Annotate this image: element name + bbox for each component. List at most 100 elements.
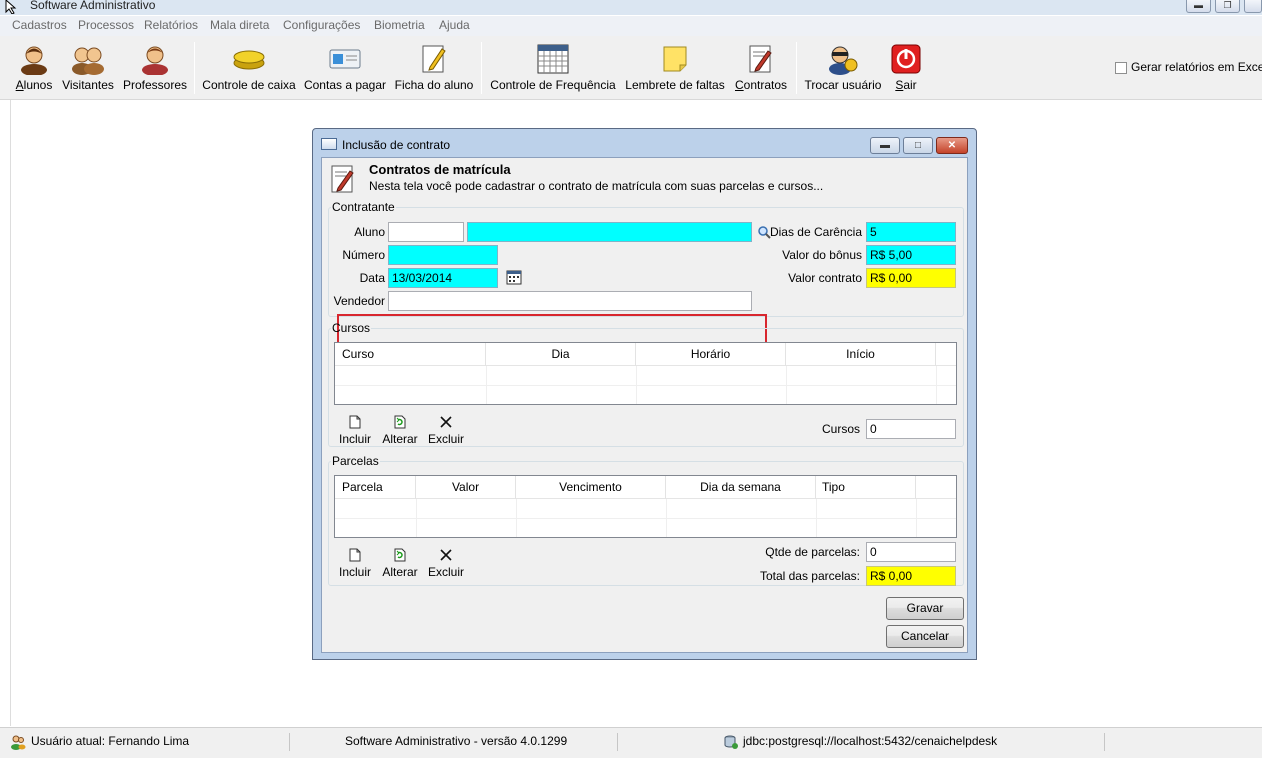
alterar-label: Alterar xyxy=(382,565,418,579)
teacher-icon xyxy=(142,46,168,75)
header-description: Nesta tela você pode cadastrar o contrat… xyxy=(369,179,824,193)
data-input[interactable]: 13/03/2014 xyxy=(388,268,498,288)
menu-ajuda[interactable]: Ajuda xyxy=(439,18,470,32)
menu-processos[interactable]: Processos xyxy=(78,18,134,32)
contas-pagar-button[interactable]: Contas a pagar xyxy=(302,42,388,92)
database-icon xyxy=(724,735,738,749)
qtde-parcelas-input: 0 xyxy=(866,542,956,562)
close-window-button[interactable] xyxy=(1244,0,1262,13)
cursos-count-input: 0 xyxy=(866,419,956,439)
trocar-usuario-button[interactable]: Trocar usuário xyxy=(802,42,884,92)
controle-frequencia-button[interactable]: Controle de Frequência xyxy=(488,42,618,92)
calendar-grid-icon xyxy=(537,44,569,74)
menu-biometria[interactable]: Biometria xyxy=(374,18,425,32)
alunos-button[interactable]: Alunos xyxy=(12,42,56,92)
refresh-document-icon xyxy=(394,415,406,429)
col-dia-semana[interactable]: Dia da semana xyxy=(666,476,816,499)
minimize-button[interactable]: ▬ xyxy=(1186,0,1211,13)
col-vencimento[interactable]: Vencimento xyxy=(516,476,666,499)
sair-label: Sair xyxy=(895,78,917,92)
visitantes-label: Visitantes xyxy=(62,78,114,92)
switch-user-icon xyxy=(829,46,858,75)
vendedor-label: Vendedor xyxy=(333,294,385,308)
vendedor-input[interactable] xyxy=(388,291,752,311)
cursos-alterar-button[interactable]: Alterar xyxy=(380,412,420,446)
data-label: Data xyxy=(359,271,385,285)
app-title: Software Administrativo xyxy=(30,0,156,12)
status-separator xyxy=(289,733,290,751)
cursos-excluir-button[interactable]: Excluir xyxy=(426,412,466,446)
gravar-button[interactable]: Gravar xyxy=(886,597,964,620)
controle-caixa-button[interactable]: Controle de caixa xyxy=(200,42,298,92)
toolbar-separator xyxy=(194,42,195,94)
ficha-aluno-label: Ficha do aluno xyxy=(394,78,474,92)
toolbar-separator xyxy=(481,42,482,94)
col-valor[interactable]: Valor xyxy=(416,476,516,499)
cursos-legend: Cursos xyxy=(332,321,371,335)
numero-input[interactable] xyxy=(388,245,498,265)
dialog-close-button[interactable]: ✕ xyxy=(936,137,968,154)
parcelas-table[interactable]: Parcela Valor Vencimento Dia da semana T… xyxy=(334,475,957,538)
professores-label: Professores xyxy=(122,78,188,92)
alunos-label: Alunos xyxy=(15,78,53,92)
cursos-count-label: Cursos xyxy=(821,422,860,436)
contract-icon xyxy=(331,165,354,193)
numero-label: Número xyxy=(342,248,385,262)
menu-mala-direta[interactable]: Mala direta xyxy=(210,18,269,32)
sticky-note-icon xyxy=(663,46,687,72)
col-tipo[interactable]: Tipo xyxy=(816,476,916,499)
window-icon xyxy=(321,138,337,150)
inclusao-contrato-dialog: Inclusão de contrato ▬ □ ✕ Contratos de … xyxy=(312,128,977,660)
cancelar-button[interactable]: Cancelar xyxy=(886,625,964,648)
status-separator xyxy=(617,733,618,751)
status-separator xyxy=(1104,733,1105,751)
menu-configuracoes[interactable]: Configurações xyxy=(283,18,360,32)
valor-contrato-input: R$ 0,00 xyxy=(866,268,956,288)
sair-button[interactable]: Sair xyxy=(888,42,924,92)
col-inicio[interactable]: Início xyxy=(786,343,936,366)
ficha-aluno-button[interactable]: Ficha do aluno xyxy=(392,42,476,92)
coins-icon xyxy=(233,50,265,70)
parcelas-excluir-button[interactable]: Excluir xyxy=(426,545,466,579)
contratos-label: Contratos xyxy=(734,78,788,92)
dialog-maximize-button[interactable]: □ xyxy=(903,137,933,154)
dias-carencia-input[interactable]: 5 xyxy=(866,222,956,242)
restore-button[interactable]: ❐ xyxy=(1215,0,1240,13)
header-title: Contratos de matrícula xyxy=(369,162,511,177)
toolbar-separator xyxy=(796,42,797,94)
excluir-label: Excluir xyxy=(427,565,464,579)
col-dia[interactable]: Dia xyxy=(486,343,636,366)
cursos-table-header: Curso Dia Horário Início xyxy=(335,343,956,366)
incluir-label: Incluir xyxy=(338,565,371,579)
menu-cadastros[interactable]: Cadastros xyxy=(12,18,67,32)
usuario-atual-text: Usuário atual: Fernando Lima xyxy=(31,734,190,748)
col-parcela[interactable]: Parcela xyxy=(335,476,416,499)
incluir-label: Incluir xyxy=(338,432,371,446)
visitantes-button[interactable]: Visitantes xyxy=(60,42,116,92)
professores-button[interactable]: Professores xyxy=(122,42,188,92)
total-parcelas-input: R$ 0,00 xyxy=(866,566,956,586)
contratos-button[interactable]: Contratos xyxy=(731,42,791,92)
menu-relatorios[interactable]: Relatórios xyxy=(144,18,198,32)
aluno-name-input[interactable] xyxy=(467,222,752,242)
new-document-icon xyxy=(349,548,361,562)
cursos-incluir-button[interactable]: Incluir xyxy=(337,412,373,446)
calendar-icon[interactable] xyxy=(506,270,522,285)
dialog-minimize-button[interactable]: ▬ xyxy=(870,137,900,154)
cursos-table[interactable]: Curso Dia Horário Início xyxy=(334,342,957,405)
alterar-label: Alterar xyxy=(382,432,418,446)
col-curso[interactable]: Curso xyxy=(335,343,486,366)
col-horario[interactable]: Horário xyxy=(636,343,786,366)
gerar-excel-checkbox[interactable] xyxy=(1115,62,1127,74)
controle-caixa-label: Controle de caixa xyxy=(202,78,296,92)
lembrete-faltas-button[interactable]: Lembrete de faltas xyxy=(624,42,726,92)
valor-bonus-input[interactable]: R$ 5,00 xyxy=(866,245,956,265)
parcelas-alterar-button[interactable]: Alterar xyxy=(380,545,420,579)
dialog-content: Contratos de matrícula Nesta tela você p… xyxy=(321,157,968,653)
versao-text: Software Administrativo - versão 4.0.129… xyxy=(345,734,568,748)
users-icon xyxy=(11,735,26,750)
toolbar: Alunos Visitantes Professores Controle d… xyxy=(0,36,1262,100)
aluno-code-input[interactable] xyxy=(388,222,464,242)
parcelas-incluir-button[interactable]: Incluir xyxy=(337,545,373,579)
title-bar: Software Administrativo ▬ ❐ xyxy=(0,0,1262,15)
